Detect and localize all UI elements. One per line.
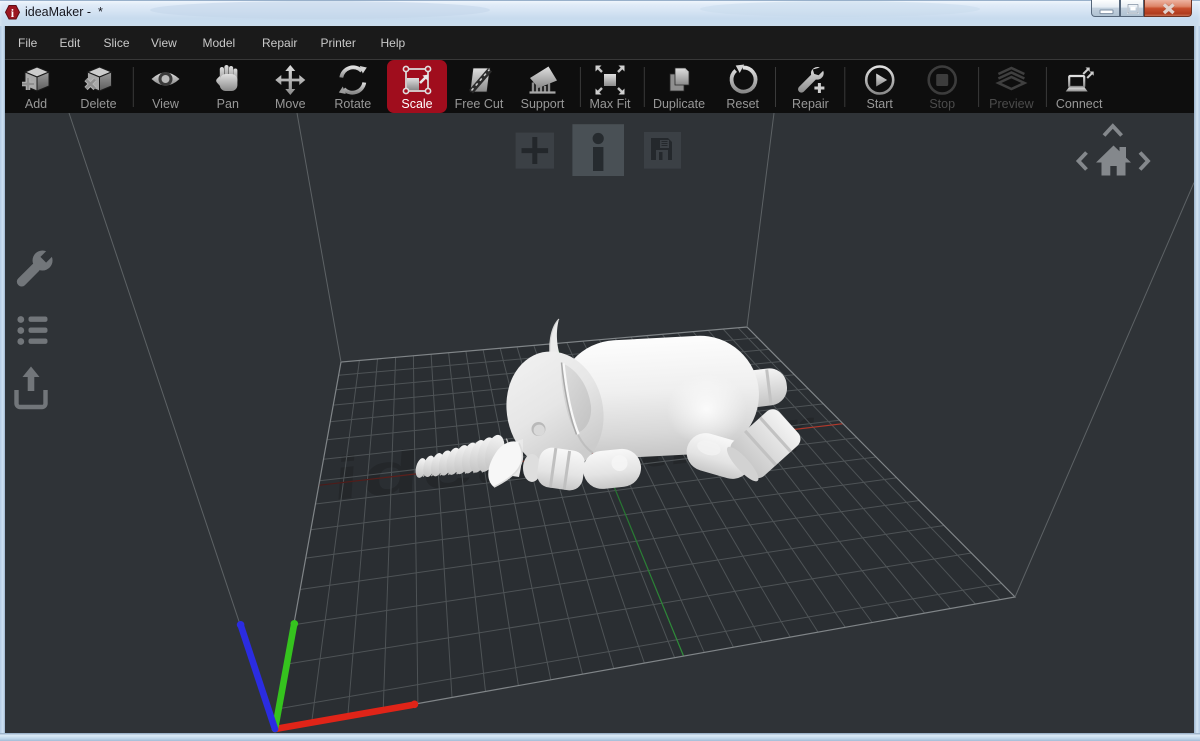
- svg-text:Move: Move: [275, 97, 306, 111]
- svg-text:Rotate: Rotate: [334, 97, 371, 111]
- svg-text:Duplicate: Duplicate: [653, 97, 705, 111]
- svg-text:View: View: [152, 97, 180, 111]
- svg-text:Start: Start: [866, 97, 893, 111]
- svg-text:Scale: Scale: [401, 97, 432, 111]
- svg-text:Connect: Connect: [1056, 97, 1103, 111]
- svg-text:Support: Support: [521, 97, 565, 111]
- svg-text:Max Fit: Max Fit: [590, 97, 632, 111]
- svg-text:Reset: Reset: [726, 97, 759, 111]
- svg-text:Pan: Pan: [217, 97, 239, 111]
- svg-text:Preview: Preview: [989, 97, 1034, 111]
- svg-text:Stop: Stop: [929, 97, 955, 111]
- svg-text:Free Cut: Free Cut: [455, 97, 504, 111]
- svg-text:Add: Add: [25, 97, 47, 111]
- svg-text:Repair: Repair: [792, 97, 829, 111]
- svg-text:Delete: Delete: [80, 97, 116, 111]
